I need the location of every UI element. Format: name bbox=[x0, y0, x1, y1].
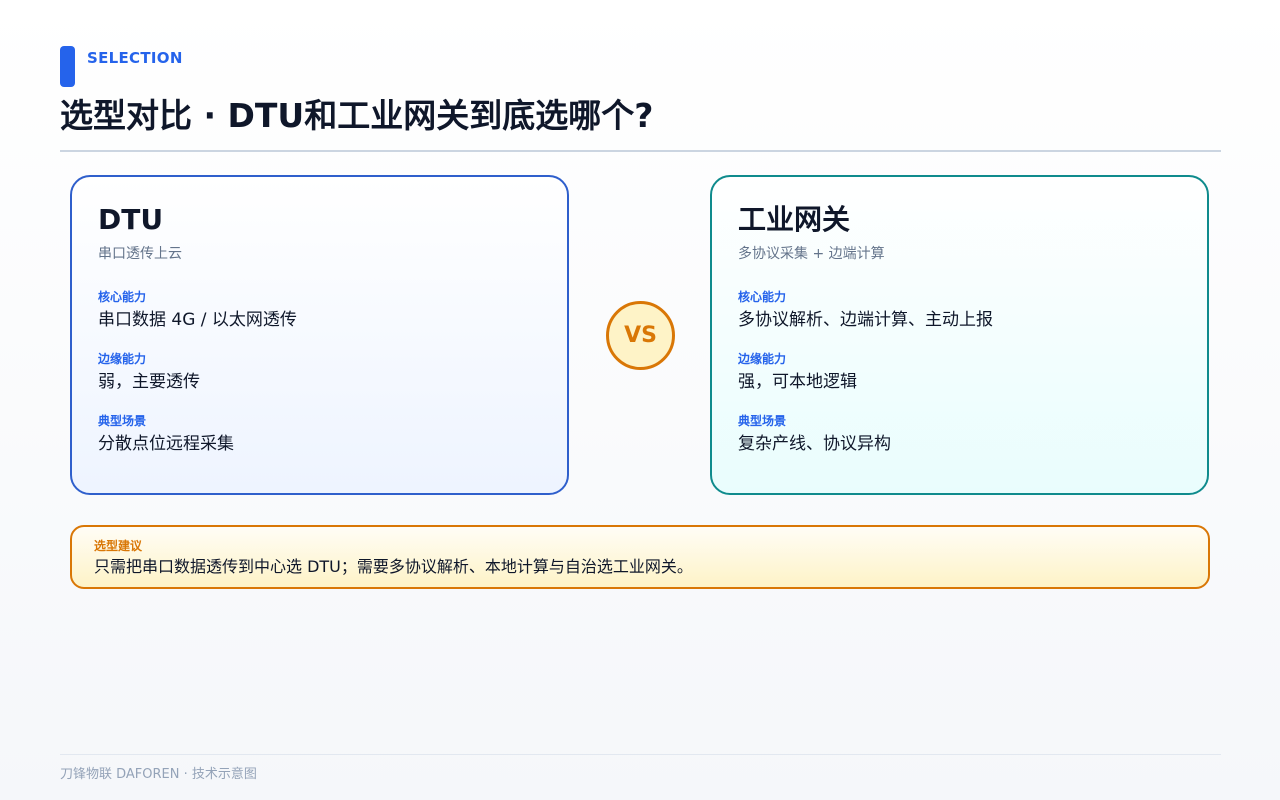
gateway-card-title: 工业网关 bbox=[738, 203, 851, 236]
section-accent-bar bbox=[60, 46, 75, 87]
title-divider bbox=[60, 150, 1221, 152]
field-label: 核心能力 bbox=[738, 290, 787, 304]
field-label: 典型场景 bbox=[98, 414, 147, 428]
field-value: 分散点位远程采集 bbox=[98, 434, 234, 454]
section-eyebrow: SELECTION bbox=[87, 49, 183, 67]
footer-divider bbox=[60, 754, 1221, 755]
gateway-card: 工业网关 多协议采集 + 边端计算 核心能力 多协议解析、边端计算、主动上报 边… bbox=[710, 175, 1209, 495]
dtu-card-title: DTU bbox=[98, 203, 164, 236]
field-value: 多协议解析、边端计算、主动上报 bbox=[738, 310, 993, 330]
dtu-core-capability: 核心能力 串口数据 4G / 以太网透传 bbox=[98, 289, 541, 331]
dtu-card: DTU 串口透传上云 核心能力 串口数据 4G / 以太网透传 边缘能力 弱，主… bbox=[70, 175, 569, 495]
page-title: 选型对比 · DTU和工业网关到底选哪个? bbox=[60, 96, 654, 135]
dtu-card-subtitle: 串口透传上云 bbox=[98, 246, 182, 262]
field-value: 复杂产线、协议异构 bbox=[738, 434, 891, 454]
dtu-edge-capability: 边缘能力 弱，主要透传 bbox=[98, 351, 541, 393]
field-value: 弱，主要透传 bbox=[98, 372, 200, 392]
vs-badge: VS bbox=[606, 301, 675, 370]
selection-advice-box: 选型建议 只需把串口数据透传到中心选 DTU；需要多协议解析、本地计算与自治选工… bbox=[70, 525, 1210, 589]
field-label: 边缘能力 bbox=[98, 352, 147, 366]
dtu-typical-scenario: 典型场景 分散点位远程采集 bbox=[98, 413, 541, 455]
field-label: 边缘能力 bbox=[738, 352, 787, 366]
footer-caption: 刀锋物联 DAFOREN · 技术示意图 bbox=[60, 767, 257, 782]
gateway-card-subtitle: 多协议采集 + 边端计算 bbox=[738, 246, 885, 262]
advice-label: 选型建议 bbox=[94, 539, 143, 553]
field-label: 典型场景 bbox=[738, 414, 787, 428]
field-value: 串口数据 4G / 以太网透传 bbox=[98, 310, 297, 330]
field-value: 强，可本地逻辑 bbox=[738, 372, 857, 392]
gateway-core-capability: 核心能力 多协议解析、边端计算、主动上报 bbox=[738, 289, 1181, 331]
gateway-typical-scenario: 典型场景 复杂产线、协议异构 bbox=[738, 413, 1181, 455]
advice-text: 只需把串口数据透传到中心选 DTU；需要多协议解析、本地计算与自治选工业网关。 bbox=[94, 557, 693, 576]
gateway-edge-capability: 边缘能力 强，可本地逻辑 bbox=[738, 351, 1181, 393]
field-label: 核心能力 bbox=[98, 290, 147, 304]
